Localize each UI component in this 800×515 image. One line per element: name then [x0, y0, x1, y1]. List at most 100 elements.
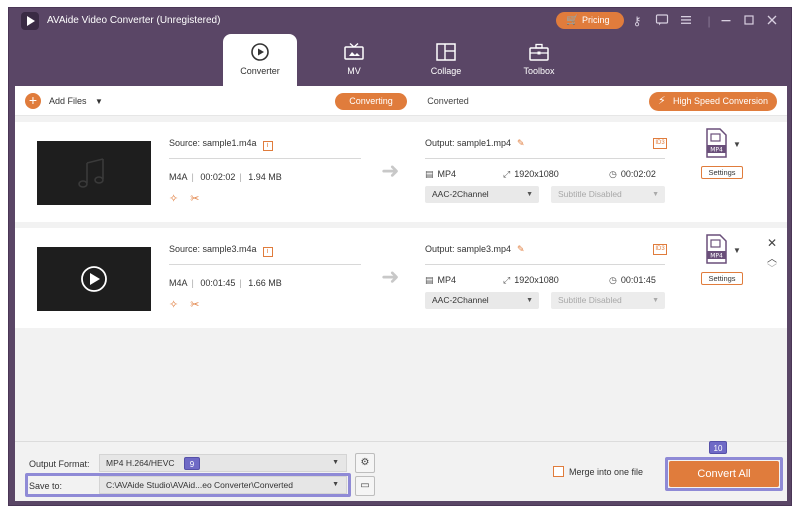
menu-icon[interactable] — [678, 13, 694, 29]
add-files-button[interactable]: + Add Files ▼ — [25, 92, 103, 110]
format-settings-icon[interactable]: ⚙ — [355, 453, 375, 473]
audio-thumbnail[interactable] — [37, 141, 151, 205]
svg-text:MP4: MP4 — [710, 253, 723, 260]
music-note-icon — [78, 158, 104, 188]
chevron-down-icon: ▼ — [652, 191, 659, 198]
audio-track-select[interactable]: AAC-2Channel ▼ — [425, 186, 539, 203]
id3-icon[interactable]: ID3 — [653, 244, 667, 255]
tab-label: Converter — [240, 66, 280, 76]
key-icon[interactable]: ⚷ — [629, 13, 645, 29]
separator-icon: | — [707, 14, 711, 28]
output-name: Output: sample1.mp4 — [425, 138, 512, 148]
magic-wand-icon[interactable]: ✧ — [169, 193, 178, 205]
subtitle-select[interactable]: Subtitle Disabled ▼ — [551, 186, 665, 203]
source-size: 1.66 MB — [248, 278, 282, 288]
pencil-icon[interactable]: ✎ — [517, 138, 525, 148]
source-format: M4A — [169, 278, 188, 288]
arrow-right-icon: ➜ — [381, 264, 400, 289]
tab-collage[interactable]: Collage — [409, 34, 483, 86]
arrow-right-icon: ➜ — [381, 158, 400, 183]
tab-label: MV — [347, 66, 361, 76]
converter-panel: + Add Files ▼ Converting Converted ⚡ Hig… — [15, 86, 787, 501]
subtitle-select[interactable]: Subtitle Disabled ▼ — [551, 292, 665, 309]
output-name: Output: sample3.mp4 — [425, 244, 512, 254]
video-thumbnail[interactable] — [37, 247, 151, 311]
scissors-icon[interactable]: ✂ — [190, 299, 199, 311]
tab-toolbox[interactable]: Toolbox — [502, 34, 576, 86]
maximize-icon[interactable] — [741, 13, 757, 29]
high-speed-conversion-button[interactable]: ⚡ High Speed Conversion — [649, 92, 777, 111]
mp4-format-icon[interactable]: MP4 — [705, 128, 727, 158]
save-to-label: Save to: — [29, 481, 63, 491]
settings-button[interactable]: Settings — [701, 272, 743, 285]
source-name: Source: sample1.m4a — [169, 138, 257, 148]
close-icon[interactable] — [764, 13, 780, 29]
separator: | — [191, 172, 194, 182]
audio-track-select[interactable]: AAC-2Channel ▼ — [425, 292, 539, 309]
plus-icon: + — [25, 93, 41, 109]
edit-tools: ✧ ✂ — [169, 298, 211, 311]
magic-wand-icon[interactable]: ✧ — [169, 299, 178, 311]
info-icon[interactable]: i — [262, 247, 273, 257]
source-meta: M4A | 00:02:02 | 1.94 MB — [169, 172, 286, 182]
scissors-icon[interactable]: ✂ — [190, 193, 199, 205]
chat-icon[interactable] — [654, 13, 670, 29]
toolbox-icon — [528, 42, 550, 62]
merge-checkbox[interactable] — [553, 466, 564, 477]
separator: | — [191, 278, 194, 288]
tab-converted[interactable]: Converted — [423, 93, 473, 110]
tv-icon — [343, 42, 365, 62]
output-format-label: Output Format: — [29, 459, 90, 469]
pricing-button[interactable]: 🛒 Pricing — [556, 12, 624, 29]
collage-icon — [435, 42, 457, 62]
separator: | — [239, 278, 242, 288]
converter-icon — [249, 42, 271, 62]
cart-icon: 🛒 — [566, 15, 579, 26]
file-row: Source: sample3.m4a i M4A | 00:01:45 | 1.66… — [15, 228, 787, 328]
mp4-format-icon[interactable]: MP4 — [705, 234, 727, 264]
bottom-bar: Output Format: MP4 H.264/HEVC ▼ ⚙ 9 Save … — [15, 441, 787, 501]
id3-icon[interactable]: ID3 — [653, 138, 667, 149]
remove-icon[interactable]: ✕ — [767, 236, 777, 250]
merge-label: Merge into one file — [569, 467, 644, 477]
separator: | — [239, 172, 242, 182]
output-format: ▤ MP4 — [425, 169, 457, 179]
title-bar: AVAide Video Converter (Unregistered) 🛒 … — [9, 8, 791, 34]
output-resolution: ⤢ 1920x1080 — [503, 275, 559, 285]
convert-all-button[interactable]: Convert All — [669, 461, 779, 487]
minimize-icon[interactable] — [718, 13, 734, 29]
high-speed-label: High Speed Conversion — [673, 96, 769, 106]
info-icon[interactable]: i — [262, 141, 273, 151]
film-icon: ▤ — [425, 169, 434, 179]
resize-icon: ⤢ — [503, 275, 511, 285]
chevron-down-icon[interactable]: ▼ — [733, 246, 741, 255]
resize-icon: ⤢ — [503, 169, 511, 179]
move-down-icon[interactable]: ﹀ — [767, 260, 777, 275]
output-line: Output: sample3.mp4 ✎ — [425, 244, 525, 255]
film-icon: ▤ — [425, 275, 434, 285]
output-resolution: ⤢ 1920x1080 — [503, 169, 559, 179]
divider — [425, 158, 665, 159]
output-format-select[interactable]: MP4 H.264/HEVC ▼ — [99, 454, 347, 472]
folder-icon[interactable]: ▭ — [355, 476, 375, 496]
app-logo-icon — [21, 12, 39, 30]
settings-button[interactable]: Settings — [701, 166, 743, 179]
save-to-select[interactable]: C:\AVAide Studio\AVAid...eo Converter\Co… — [99, 476, 347, 494]
chevron-down-icon[interactable]: ▼ — [95, 97, 103, 106]
tab-mv[interactable]: MV — [317, 34, 391, 86]
divider — [169, 158, 361, 159]
source-size: 1.94 MB — [248, 172, 282, 182]
chevron-down-icon[interactable]: ▼ — [733, 140, 741, 149]
chevron-down-icon: ▼ — [526, 191, 533, 198]
play-icon[interactable] — [37, 247, 151, 311]
app-title: AVAide Video Converter (Unregistered) — [47, 15, 221, 26]
source-duration: 00:02:02 — [200, 172, 236, 182]
chevron-down-icon: ▼ — [332, 459, 339, 466]
chevron-down-icon: ▼ — [332, 481, 339, 488]
tab-converting[interactable]: Converting — [335, 93, 407, 110]
divider — [425, 264, 665, 265]
chevron-down-icon: ▼ — [526, 297, 533, 304]
tab-converter[interactable]: Converter — [223, 34, 297, 86]
pencil-icon[interactable]: ✎ — [517, 244, 525, 254]
edit-tools: ✧ ✂ — [169, 192, 211, 205]
